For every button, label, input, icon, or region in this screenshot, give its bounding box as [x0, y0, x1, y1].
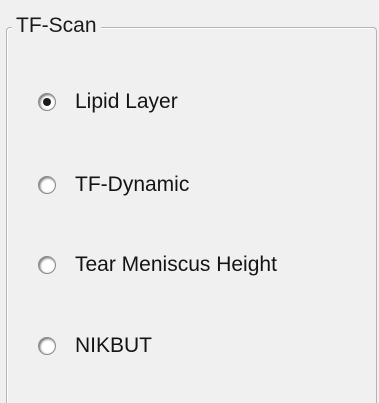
- radio-label-tf-dynamic[interactable]: TF-Dynamic: [75, 173, 189, 197]
- radio-label-nikbut[interactable]: NIKBUT: [75, 334, 152, 358]
- radio-button-icon[interactable]: [38, 93, 56, 111]
- groupbox-title: TF-Scan: [12, 10, 101, 42]
- radio-button-icon[interactable]: [38, 256, 56, 274]
- radio-label-tear-meniscus-height[interactable]: Tear Meniscus Height: [75, 253, 277, 277]
- radio-option-lipid-layer[interactable]: Lipid Layer: [38, 82, 178, 122]
- radio-option-nikbut[interactable]: NIKBUT: [38, 326, 152, 366]
- radio-option-tear-meniscus-height[interactable]: Tear Meniscus Height: [38, 245, 277, 285]
- radio-label-lipid-layer[interactable]: Lipid Layer: [75, 90, 178, 114]
- radio-button-icon[interactable]: [38, 337, 56, 355]
- radio-option-tf-dynamic[interactable]: TF-Dynamic: [38, 165, 189, 205]
- radio-button-icon[interactable]: [38, 176, 56, 194]
